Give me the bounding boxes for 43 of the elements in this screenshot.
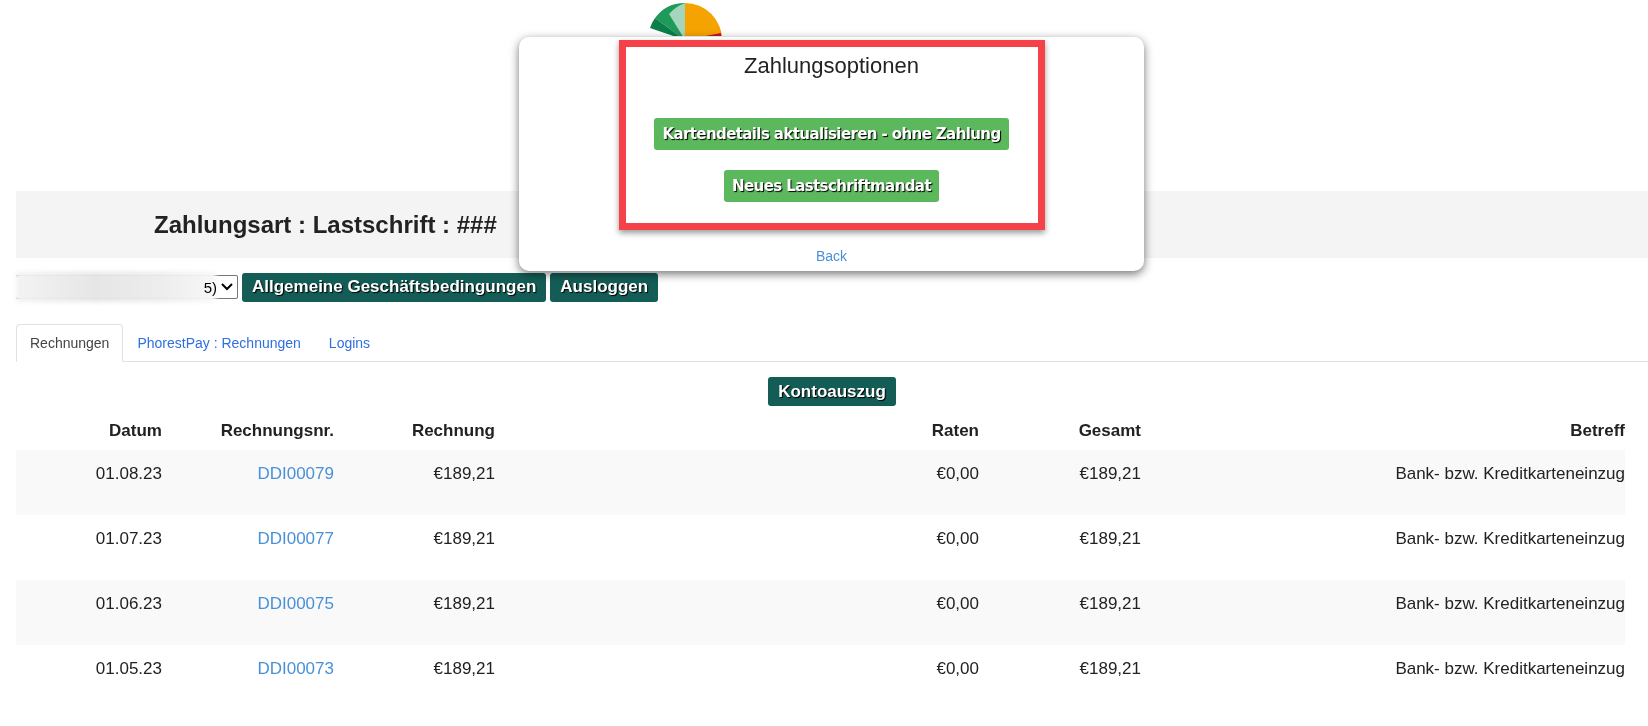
tab[interactable]: Rechnungen — [16, 324, 124, 362]
table-cell-text: 01.06.23 — [94, 594, 162, 615]
table-cell-text: €0,00 — [935, 594, 979, 615]
payment-option-button[interactable]: Kartendetails aktualisieren - ohne Zahlung — [654, 118, 1009, 150]
tab[interactable]: Logins — [314, 324, 385, 362]
table-cell-text: €189,21 — [1078, 659, 1141, 680]
table-cell-text: €189,21 — [432, 464, 495, 485]
table-cell-text: Bank- bzw. Kreditkarteneinzug — [1394, 594, 1625, 615]
account-select[interactable]: 5) — [16, 275, 238, 299]
invoice-link[interactable]: DDI00077 — [257, 529, 334, 548]
dialog-title: Zahlungsoptionen — [744, 53, 919, 79]
table-cell-text: €189,21 — [1078, 464, 1141, 485]
column-header: Betreff — [1569, 421, 1625, 441]
invoice-link[interactable]: DDI00073 — [257, 659, 334, 678]
table-cell-text: €189,21 — [432, 659, 495, 680]
table-cell-text: €0,00 — [935, 464, 979, 485]
back-link[interactable]: Back — [815, 248, 848, 264]
column-header: Rechnungsnr. — [219, 421, 334, 441]
action-button[interactable]: Ausloggen — [550, 272, 659, 302]
table-cell-text: €0,00 — [935, 659, 979, 680]
column-header: Raten — [930, 421, 979, 441]
column-header: Datum — [108, 421, 162, 441]
table-cell-text: €189,21 — [432, 529, 495, 550]
invoice-link[interactable]: DDI00079 — [257, 464, 334, 483]
tab[interactable]: PhorestPay : Rechnungen — [123, 324, 315, 362]
table-cell-text: 01.05.23 — [94, 659, 162, 680]
table-cell-text: €189,21 — [1078, 529, 1141, 550]
statement-button[interactable]: Kontoauszug — [768, 377, 896, 406]
table-cell-text: €189,21 — [1078, 594, 1141, 615]
page-title: Zahlungsart : Lastschrift : ### — [154, 210, 497, 239]
action-button[interactable]: Allgemeine Geschäftsbedingungen — [242, 272, 547, 302]
table-cell-text: Bank- bzw. Kreditkarteneinzug — [1394, 464, 1625, 485]
table-cell-text: €189,21 — [432, 594, 495, 615]
payment-option-button[interactable]: Neues Lastschriftmandat — [724, 170, 939, 202]
dropdown-caret-icon — [221, 283, 233, 291]
column-header: Gesamt — [1077, 421, 1141, 441]
invoice-link[interactable]: DDI00075 — [257, 594, 334, 613]
table-cell-text: 01.08.23 — [94, 464, 162, 485]
table-cell-text: €0,00 — [935, 529, 979, 550]
table-cell-text: Bank- bzw. Kreditkarteneinzug — [1394, 659, 1625, 680]
table-cell-text: Bank- bzw. Kreditkarteneinzug — [1394, 529, 1625, 550]
column-header: Rechnung — [410, 421, 495, 441]
table-cell-text: 01.07.23 — [94, 529, 162, 550]
